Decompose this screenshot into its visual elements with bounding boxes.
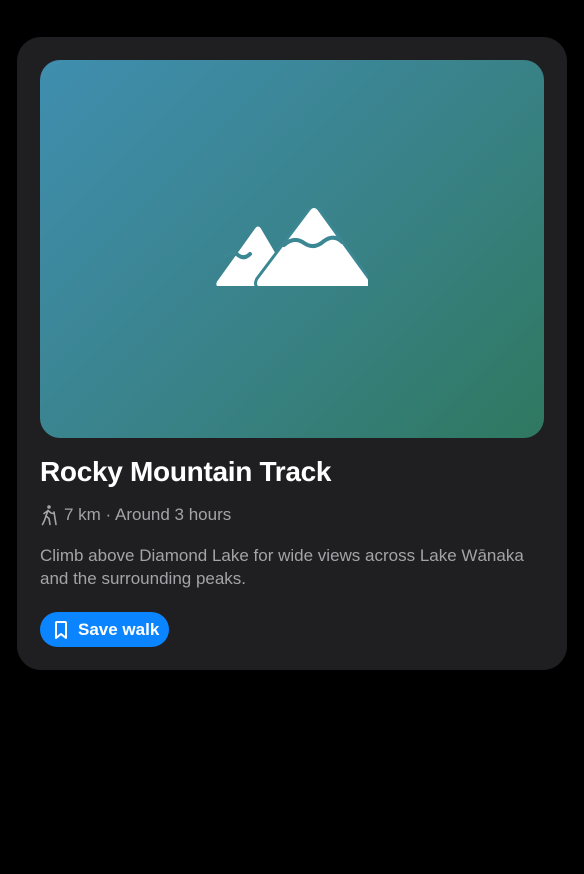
walk-meta: 7 km · Around 3 hours <box>40 503 231 527</box>
save-walk-button[interactable]: Save walk <box>40 612 169 647</box>
hiking-person-icon <box>41 505 57 526</box>
bookmark-icon <box>55 620 67 639</box>
mountains-icon <box>216 208 368 286</box>
walk-title: Rocky Mountain Track <box>40 456 332 487</box>
save-walk-label: Save walk <box>78 619 160 639</box>
hero-image <box>40 60 544 438</box>
walk-card: Rocky Mountain Track 7 km · Around 3 hou… <box>17 37 567 670</box>
walk-description: Climb above Diamond Lake for wide views … <box>40 546 524 588</box>
walk-meta-text: 7 km · Around 3 hours <box>64 505 232 524</box>
